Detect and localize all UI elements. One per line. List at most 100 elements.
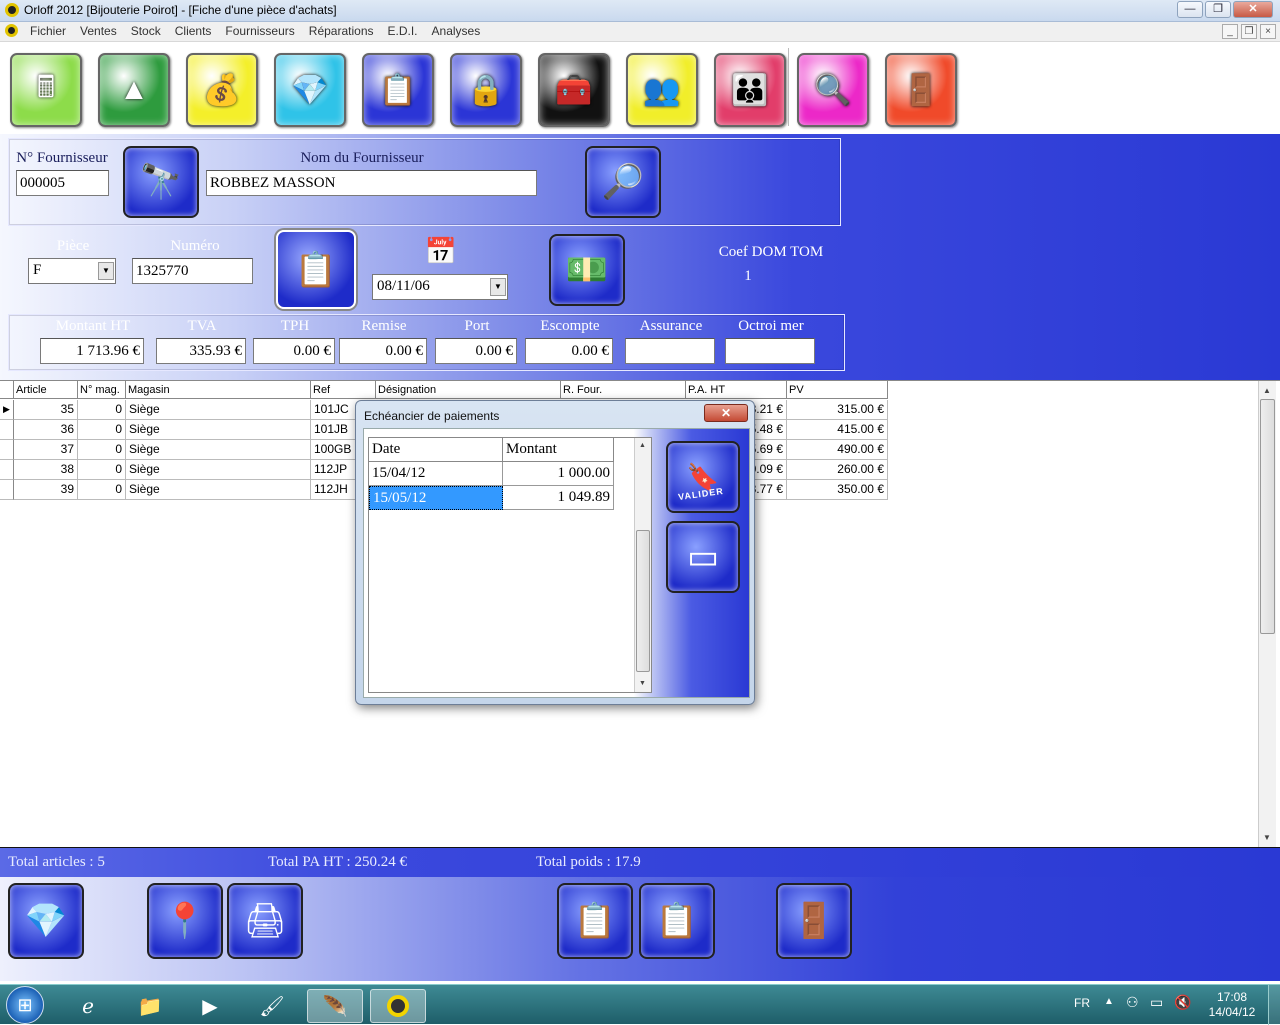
grid-cell-magasin[interactable]: Siège <box>126 460 311 480</box>
mdi-close-button[interactable]: × <box>1260 24 1276 39</box>
minimize-button[interactable]: — <box>1177 1 1203 18</box>
dialog-close-button[interactable]: ✕ <box>704 404 748 422</box>
scroll-up-icon[interactable]: ▲ <box>639 442 646 449</box>
grid-cell-magasin[interactable]: Siège <box>126 440 311 460</box>
scroll-thumb[interactable] <box>636 530 650 672</box>
transfer-piece-button[interactable]: 📋 <box>557 883 633 959</box>
total-field-0[interactable]: 1 713.96 € <box>40 338 144 364</box>
total-field-5[interactable]: 0.00 € <box>525 338 613 364</box>
grid-header-6[interactable]: P.A. HT <box>686 381 787 399</box>
grid-cell-article[interactable]: 35 <box>14 400 78 420</box>
schedule-amount-cell[interactable]: 1 049.89 <box>503 486 614 510</box>
row-selector[interactable] <box>0 480 14 500</box>
grid-cell-pv[interactable]: 260.00 € <box>787 460 888 480</box>
grid-cell-nmag[interactable]: 0 <box>78 420 126 440</box>
print-button[interactable]: 🖨 <box>227 883 303 959</box>
maximize-button[interactable]: ❐ <box>1205 1 1231 18</box>
schedule-scrollbar[interactable]: ▲ ▼ <box>634 438 651 692</box>
grid-header-1[interactable]: N° mag. <box>78 381 126 399</box>
toolbar-button-toolbox[interactable]: 🧰 <box>538 53 610 127</box>
grid-header-4[interactable]: Désignation <box>376 381 561 399</box>
toolbar-button-safe[interactable]: 🔒 <box>450 53 522 127</box>
total-field-4[interactable]: 0.00 € <box>435 338 517 364</box>
grid-cell-pv[interactable]: 350.00 € <box>787 480 888 500</box>
taskbar-orloff[interactable] <box>370 989 426 1023</box>
start-button[interactable]: ⊞ <box>6 986 44 1024</box>
display-icon[interactable]: ▭ <box>1150 994 1163 1011</box>
grid-cell-magasin[interactable]: Siège <box>126 420 311 440</box>
scroll-down-icon[interactable]: ▼ <box>639 680 646 687</box>
row-selector[interactable] <box>0 440 14 460</box>
menu-item-1[interactable]: Ventes <box>80 24 117 38</box>
menu-item-5[interactable]: Réparations <box>309 24 374 38</box>
taskbar-feather[interactable]: 🪶 <box>307 989 363 1023</box>
toolbar-button-analysis[interactable]: 🔍 <box>797 53 869 127</box>
total-field-2[interactable]: 0.00 € <box>253 338 335 364</box>
total-field-3[interactable]: 0.00 € <box>339 338 427 364</box>
toolbar-button-exit-door[interactable]: 🚪 <box>885 53 957 127</box>
total-field-1[interactable]: 335.93 € <box>156 338 246 364</box>
grid-header-0[interactable]: Article <box>14 381 78 399</box>
toolbar-button-customers[interactable]: 👪 <box>714 53 786 127</box>
row-selector[interactable] <box>0 460 14 480</box>
scroll-down-icon[interactable]: ▼ <box>1263 833 1271 842</box>
new-piece-button[interactable]: 📋 <box>639 883 715 959</box>
close-button[interactable]: ✕ <box>1233 1 1273 18</box>
scroll-thumb[interactable] <box>1260 399 1275 634</box>
row-selector[interactable] <box>0 420 14 440</box>
erase-button[interactable]: ▭ <box>666 521 740 593</box>
add-diamond-button[interactable]: 💎 <box>8 883 84 959</box>
toolbar-button-gold-jewels[interactable]: 💰 <box>186 53 258 127</box>
grid-header-5[interactable]: R. Four. <box>561 381 686 399</box>
grid-header-3[interactable]: Ref <box>311 381 376 399</box>
grid-cell-pv[interactable]: 315.00 € <box>787 400 888 420</box>
grid-cell-magasin[interactable]: Siège <box>126 400 311 420</box>
row-selector[interactable]: ▶ <box>0 400 14 420</box>
volume-muted-icon[interactable]: 🔇 <box>1174 994 1191 1011</box>
menu-item-7[interactable]: Analyses <box>432 24 481 38</box>
menu-item-3[interactable]: Clients <box>175 24 212 38</box>
grid-cell-nmag[interactable]: 0 <box>78 400 126 420</box>
taskbar-ie[interactable]: ℯ <box>60 989 116 1023</box>
grid-cell-nmag[interactable]: 0 <box>78 460 126 480</box>
taskbar-app[interactable]: 🖌 <box>244 989 300 1023</box>
grid-header-2[interactable]: Magasin <box>126 381 311 399</box>
toolbar-button-suppliers[interactable]: 👥 <box>626 53 698 127</box>
grid-cell-article[interactable]: 38 <box>14 460 78 480</box>
menu-item-2[interactable]: Stock <box>131 24 161 38</box>
tray-expand-icon[interactable]: ▲ <box>1104 996 1114 1007</box>
language-indicator[interactable]: FR <box>1074 996 1090 1010</box>
refresh-button[interactable]: 📍 <box>147 883 223 959</box>
network-icon[interactable]: ⚇ <box>1126 994 1139 1011</box>
grid-cell-article[interactable]: 36 <box>14 420 78 440</box>
total-field-7[interactable] <box>725 338 815 364</box>
exit-button[interactable]: 🚪 <box>776 883 852 959</box>
toolbar-button-clipboard[interactable]: 📋 <box>362 53 434 127</box>
grid-cell-article[interactable]: 39 <box>14 480 78 500</box>
grid-header-7[interactable]: PV <box>787 381 888 399</box>
mdi-minimize-button[interactable]: _ <box>1222 24 1238 39</box>
grid-cell-magasin[interactable]: Siège <box>126 480 311 500</box>
validate-button[interactable]: 🔖 VALIDER <box>666 441 740 513</box>
schedule-amount-cell[interactable]: 1 000.00 <box>503 462 614 486</box>
toolbar-button-cash-register[interactable]: 🖩 <box>10 53 82 127</box>
menu-item-0[interactable]: Fichier <box>30 24 66 38</box>
total-field-6[interactable] <box>625 338 715 364</box>
menu-item-6[interactable]: E.D.I. <box>388 24 418 38</box>
taskbar-explorer[interactable]: 📁 <box>122 989 178 1023</box>
taskbar-media[interactable]: ▶ <box>182 989 238 1023</box>
clock[interactable]: 17:08 14/04/12 <box>1204 990 1260 1020</box>
grid-cell-pv[interactable]: 490.00 € <box>787 440 888 460</box>
menu-item-4[interactable]: Fournisseurs <box>225 24 294 38</box>
scroll-up-icon[interactable]: ▲ <box>1263 386 1271 395</box>
mdi-restore-button[interactable]: ❐ <box>1241 24 1257 39</box>
schedule-date-cell[interactable]: 15/04/12 <box>369 462 503 486</box>
grid-cell-nmag[interactable]: 0 <box>78 480 126 500</box>
grid-vertical-scrollbar[interactable]: ▲ ▼ <box>1258 381 1276 847</box>
grid-cell-article[interactable]: 37 <box>14 440 78 460</box>
toolbar-button-prism[interactable]: ▲ <box>98 53 170 127</box>
grid-cell-nmag[interactable]: 0 <box>78 440 126 460</box>
schedule-date-cell-selected[interactable]: 15/05/12 <box>369 486 503 510</box>
show-desktop-button[interactable] <box>1268 985 1280 1025</box>
grid-cell-pv[interactable]: 415.00 € <box>787 420 888 440</box>
